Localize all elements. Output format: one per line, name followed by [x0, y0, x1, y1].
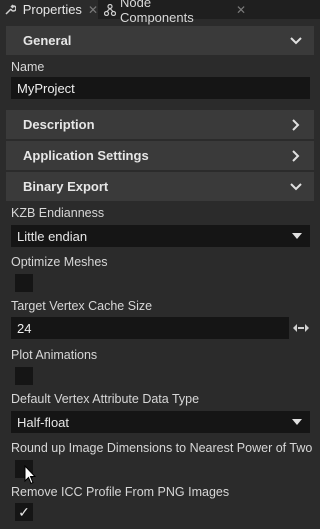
round-up-image-dimensions-label: Round up Image Dimensions to Nearest Pow… — [11, 441, 313, 455]
checkmark-icon: ✓ — [18, 503, 30, 520]
tab-properties-label: Properties — [22, 2, 82, 17]
chevron-right-icon — [290, 149, 302, 162]
remove-icc-profile-checkbox[interactable]: ✓ — [15, 503, 33, 521]
close-icon[interactable]: ✕ — [88, 3, 98, 17]
section-description-label: Description — [23, 117, 95, 132]
section-general-label: General — [23, 33, 72, 48]
node-components-icon — [104, 3, 116, 16]
kzb-endianness-value: Little endian — [17, 228, 88, 244]
remove-icc-profile-label: Remove ICC Profile From PNG Images — [11, 485, 230, 499]
optimize-meshes-label: Optimize Meshes — [11, 255, 108, 269]
tab-node-components-label: Node Components — [120, 0, 194, 25]
default-vertex-attribute-data-type-dropdown[interactable]: Half-float — [11, 411, 310, 433]
target-vertex-cache-size-field[interactable]: 24 — [11, 317, 289, 339]
name-label: Name — [11, 60, 45, 74]
chevron-down-icon — [290, 35, 302, 47]
close-icon[interactable]: ✕ — [236, 3, 246, 17]
tab-node-components[interactable]: Node Components ✕ — [100, 0, 246, 25]
default-vertex-attribute-data-type-value: Half-float — [17, 414, 70, 430]
dropdown-arrow-icon — [292, 233, 302, 239]
wrench-icon — [5, 4, 17, 16]
tab-properties[interactable]: Properties ✕ — [0, 0, 98, 19]
dropdown-arrow-icon — [292, 419, 302, 425]
name-field[interactable]: MyProject — [11, 77, 310, 99]
section-application-settings-label: Application Settings — [23, 148, 149, 163]
mouse-cursor-icon — [24, 464, 37, 485]
tab-bar: Properties ✕ Node Components ✕ — [0, 0, 320, 25]
kzb-endianness-dropdown[interactable]: Little endian — [11, 225, 310, 247]
section-description[interactable]: Description — [6, 110, 314, 139]
section-application-settings[interactable]: Application Settings — [6, 141, 314, 170]
section-binary-export[interactable]: Binary Export — [6, 172, 314, 201]
chevron-down-icon — [290, 181, 302, 193]
section-binary-export-label: Binary Export — [23, 179, 109, 194]
kzb-endianness-label: KZB Endianness — [11, 206, 105, 220]
drag-value-icon[interactable] — [292, 322, 310, 334]
section-general[interactable]: General — [6, 26, 314, 55]
chevron-right-icon — [290, 118, 302, 131]
default-vertex-attribute-data-type-label: Default Vertex Attribute Data Type — [11, 392, 200, 406]
target-vertex-cache-size-label: Target Vertex Cache Size — [11, 299, 153, 313]
plot-animations-checkbox[interactable] — [15, 367, 33, 385]
plot-animations-label: Plot Animations — [11, 348, 98, 362]
optimize-meshes-checkbox[interactable] — [15, 274, 33, 292]
